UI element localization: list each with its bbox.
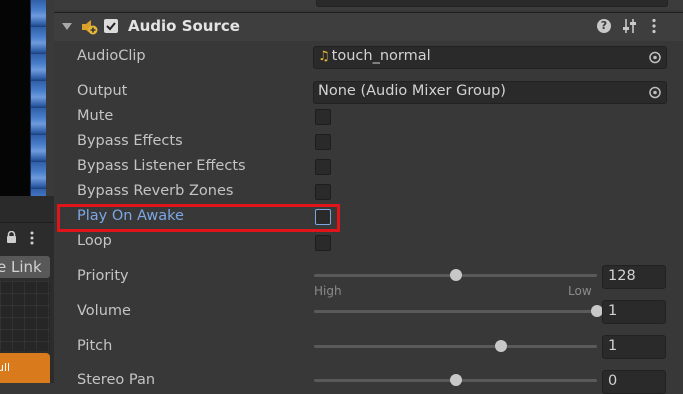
- object-picker-icon[interactable]: [644, 82, 666, 103]
- component-enabled-checkbox[interactable]: [104, 19, 118, 33]
- priority-min-label: High: [314, 284, 342, 298]
- bypass-reverb-zones-label: Bypass Reverb Zones: [77, 183, 234, 199]
- priority-max-label: Low: [568, 284, 592, 298]
- bypass-effects-checkbox[interactable]: [315, 134, 331, 150]
- left-panels: e Link ull: [0, 0, 54, 383]
- previous-field[interactable]: [316, 0, 668, 7]
- output-field[interactable]: None (Audio Mixer Group): [313, 81, 667, 104]
- stereo-pan-value: 0: [608, 373, 618, 389]
- output-label: Output: [77, 83, 128, 99]
- graph-node-label: ull: [0, 361, 11, 374]
- audio-source-header[interactable]: Audio Source ?: [54, 12, 683, 41]
- inspector-panel: Audio Source ? AudioClip ♫ touch_normal O…: [54, 0, 683, 394]
- kebab-menu-icon[interactable]: [29, 231, 35, 245]
- priority-slider-thumb[interactable]: [449, 269, 462, 281]
- output-value: None (Audio Mixer Group): [318, 83, 506, 99]
- kebab-menu-icon[interactable]: [651, 18, 657, 34]
- presets-icon[interactable]: [622, 18, 638, 34]
- graph-node[interactable]: ull: [0, 353, 50, 383]
- mute-checkbox[interactable]: [315, 109, 331, 125]
- checkmark-icon: [106, 22, 116, 31]
- priority-label: Priority: [77, 268, 129, 284]
- audio-clip-icon: ♫: [318, 49, 330, 64]
- volume-value: 1: [608, 303, 618, 319]
- bypass-listener-effects-checkbox[interactable]: [315, 159, 331, 175]
- link-button[interactable]: e Link: [0, 256, 50, 278]
- mute-label: Mute: [77, 108, 114, 124]
- pitch-slider-thumb[interactable]: [494, 340, 507, 352]
- link-button-label: e Link: [0, 258, 42, 276]
- audio-clip-value: touch_normal: [331, 48, 431, 64]
- priority-value: 128: [608, 268, 636, 284]
- volume-input[interactable]: 1: [602, 300, 666, 324]
- priority-input[interactable]: 128: [602, 265, 666, 289]
- stereo-pan-slider-thumb[interactable]: [449, 374, 462, 386]
- object-picker-icon[interactable]: [644, 47, 666, 68]
- highlight-annotation: [57, 204, 340, 232]
- volume-label: Volume: [77, 303, 131, 319]
- stereo-pan-input[interactable]: 0: [602, 370, 666, 394]
- loop-checkbox[interactable]: [315, 235, 331, 251]
- volume-slider[interactable]: [314, 305, 603, 317]
- graph-grid[interactable]: [0, 281, 50, 351]
- loop-label: Loop: [77, 233, 112, 249]
- lock-icon[interactable]: [6, 231, 17, 243]
- component-title: Audio Source: [128, 17, 240, 35]
- pitch-input[interactable]: 1: [602, 335, 666, 359]
- graph-panel: e Link ull: [0, 222, 54, 383]
- help-icon[interactable]: ?: [597, 19, 611, 33]
- bypass-reverb-zones-checkbox[interactable]: [315, 184, 331, 200]
- audio-clip-label: AudioClip: [77, 48, 146, 64]
- triangle-down-icon[interactable]: [62, 23, 72, 30]
- priority-slider[interactable]: [314, 269, 597, 281]
- audio-source-icon: [82, 20, 98, 35]
- scene-view[interactable]: [0, 0, 30, 196]
- bypass-effects-label: Bypass Effects: [77, 133, 183, 149]
- pitch-slider[interactable]: [314, 340, 597, 352]
- scene-tile-column: [30, 0, 47, 196]
- stereo-pan-label: Stereo Pan: [77, 372, 156, 388]
- scene-border: [46, 0, 54, 196]
- pitch-label: Pitch: [77, 338, 113, 354]
- pitch-value: 1: [608, 338, 618, 354]
- bypass-listener-effects-label: Bypass Listener Effects: [77, 158, 246, 174]
- audio-clip-field[interactable]: ♫ touch_normal: [313, 46, 667, 69]
